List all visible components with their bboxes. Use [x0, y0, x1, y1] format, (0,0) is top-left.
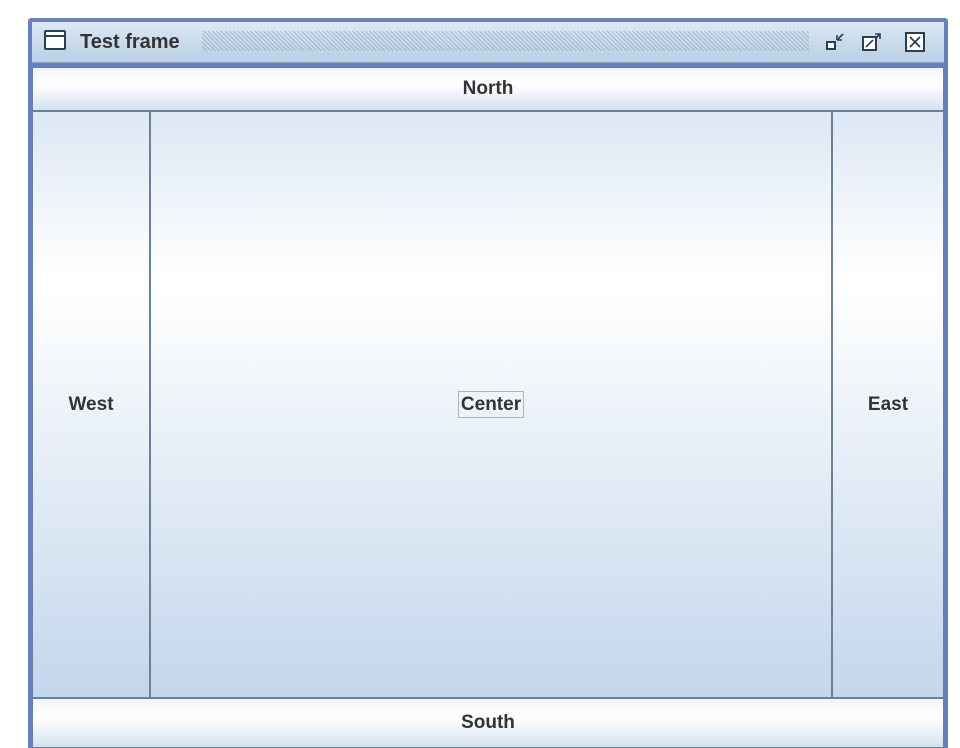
west-label: West [68, 393, 114, 415]
west-button[interactable]: West [32, 111, 150, 698]
maximize-button[interactable] [861, 32, 881, 52]
south-button[interactable]: South [32, 698, 944, 748]
east-button[interactable]: East [832, 111, 944, 698]
north-label: North [462, 78, 514, 99]
iconify-button[interactable] [825, 32, 845, 52]
south-label: South [461, 712, 515, 733]
maximize-icon [862, 33, 881, 51]
center-label: Center [457, 391, 525, 418]
title-bar-grip [202, 31, 809, 51]
title-bar[interactable]: Test frame [32, 22, 944, 63]
center-button[interactable]: Center [150, 111, 832, 698]
border-layout-content: North West Center East South [32, 67, 944, 748]
window-title: Test frame [80, 31, 180, 53]
close-button[interactable] [905, 32, 925, 52]
close-icon [905, 32, 925, 52]
frame-icon [44, 30, 66, 50]
north-button[interactable]: North [32, 67, 944, 111]
iconify-icon [826, 33, 844, 50]
east-label: East [867, 393, 909, 415]
test-frame-window: Test frame North West Center East South [28, 18, 948, 748]
